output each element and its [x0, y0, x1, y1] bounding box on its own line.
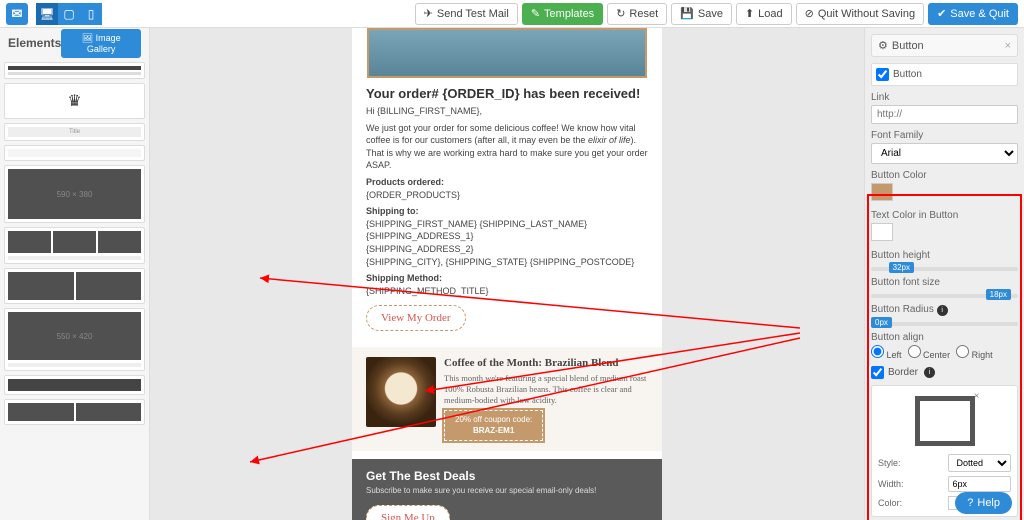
top-toolbar: ✉ 🖥 ▢ ▯ ✈ Send Test Mail ✎ Templates ↻ R…: [0, 0, 1024, 28]
border-toggle[interactable]: Border i: [871, 366, 1018, 379]
email-canvas[interactable]: Your order# {ORDER_ID} has been received…: [150, 28, 864, 520]
save-quit-button[interactable]: ✔ Save & Quit: [928, 3, 1018, 25]
height-slider[interactable]: 32px: [871, 267, 1018, 271]
link-input[interactable]: [871, 105, 1018, 124]
coupon-button[interactable]: 20% off coupon code:BRAZ-EM1: [444, 410, 543, 441]
coffee-image: [366, 357, 436, 427]
device-preview-group: 🖥 ▢ ▯: [36, 3, 102, 25]
quit-button[interactable]: ⊘ Quit Without Saving: [796, 3, 924, 25]
greeting: Hi {BILLING_FIRST_NAME},: [366, 105, 648, 118]
hero-image: [367, 28, 647, 78]
send-test-button[interactable]: ✈ Send Test Mail: [415, 3, 518, 25]
text-color-swatch[interactable]: [871, 223, 893, 241]
properties-panel: ⚙ Button × Button Link Font Family Arial…: [864, 28, 1024, 520]
button-toggle[interactable]: Button: [871, 63, 1018, 86]
reset-button[interactable]: ↻ Reset: [607, 3, 667, 25]
gear-icon: ⚙: [878, 39, 888, 52]
feature-title: Coffee of the Month: Brazilian Blend: [444, 357, 648, 369]
intro-text: We just got your order for some deliciou…: [366, 122, 648, 172]
feature-body: This month we're featuring a special ble…: [444, 373, 648, 406]
shipping-to: Shipping to:{SHIPPING_FIRST_NAME} {SHIPP…: [366, 205, 648, 268]
desktop-icon[interactable]: 🖥: [36, 3, 58, 25]
font-select[interactable]: Arial: [871, 143, 1018, 164]
help-button[interactable]: ? Help: [955, 492, 1012, 514]
order-heading: Your order# {ORDER_ID} has been received…: [366, 86, 648, 101]
element-thumb[interactable]: [4, 375, 145, 395]
border-style-select[interactable]: Dotted: [948, 454, 1012, 472]
tablet-icon[interactable]: ▢: [58, 3, 80, 25]
products: Products ordered:{ORDER_PRODUCTS}: [366, 176, 648, 201]
height-label: Button height: [871, 250, 1018, 261]
deals-sub: Subscribe to make sure you receive our s…: [366, 486, 648, 495]
element-thumb[interactable]: [4, 268, 145, 304]
email-body: Your order# {ORDER_ID} has been received…: [352, 28, 662, 520]
text-color-label: Text Color in Button: [871, 210, 1018, 221]
border-width-input[interactable]: [948, 476, 1012, 492]
image-gallery-button[interactable]: 🖼 Image Gallery: [61, 29, 141, 58]
templates-button[interactable]: ✎ Templates: [522, 3, 603, 25]
panel-header: ⚙ Button ×: [871, 34, 1018, 57]
feature-block: Coffee of the Month: Brazilian Blend Thi…: [352, 347, 662, 451]
mobile-icon[interactable]: ▯: [80, 3, 102, 25]
close-icon[interactable]: ×: [1005, 40, 1011, 52]
element-thumb[interactable]: 590 × 380: [4, 165, 145, 223]
element-thumb[interactable]: [4, 145, 145, 161]
border-color-label: Color:: [878, 498, 942, 508]
button-color-swatch[interactable]: [871, 183, 893, 201]
element-thumb[interactable]: [4, 62, 145, 79]
panel-title: Button: [892, 40, 924, 52]
element-thumb[interactable]: [4, 227, 145, 264]
element-thumb[interactable]: [4, 399, 145, 425]
app-logo-icon: ✉: [6, 3, 28, 25]
sidebar-title: Elements: [8, 36, 61, 50]
elements-sidebar: Elements 🖼 Image Gallery ♛ Title 590 × 3…: [0, 28, 150, 520]
element-thumb[interactable]: Title: [4, 123, 145, 141]
align-radios[interactable]: Left Center Right: [871, 345, 1018, 360]
element-thumb[interactable]: 550 × 420: [4, 308, 145, 371]
align-label: Button align: [871, 332, 1018, 343]
deals-block: Get The Best Deals Subscribe to make sur…: [352, 459, 662, 520]
shipping-method: Shipping Method:{SHIPPING_METHOD_TITLE}: [366, 272, 648, 297]
fontsize-slider[interactable]: 18px: [871, 294, 1018, 298]
border-preview[interactable]: [915, 396, 975, 446]
load-button[interactable]: ⬆ Load: [736, 3, 792, 25]
border-style-label: Style:: [878, 458, 942, 468]
view-order-button[interactable]: View My Order: [366, 305, 466, 331]
signup-button[interactable]: Sign Me Up: [366, 505, 450, 520]
font-label: Font Family: [871, 130, 1018, 141]
save-button[interactable]: 💾 Save: [671, 3, 732, 25]
element-thumb[interactable]: ♛: [4, 83, 145, 119]
radius-label: Button Radius i: [871, 304, 1018, 316]
radius-slider[interactable]: 0px: [871, 322, 1018, 326]
fontsize-label: Button font size: [871, 277, 1018, 288]
button-color-label: Button Color: [871, 170, 1018, 181]
border-width-label: Width:: [878, 479, 942, 489]
link-label: Link: [871, 92, 1018, 103]
deals-title: Get The Best Deals: [366, 469, 648, 483]
